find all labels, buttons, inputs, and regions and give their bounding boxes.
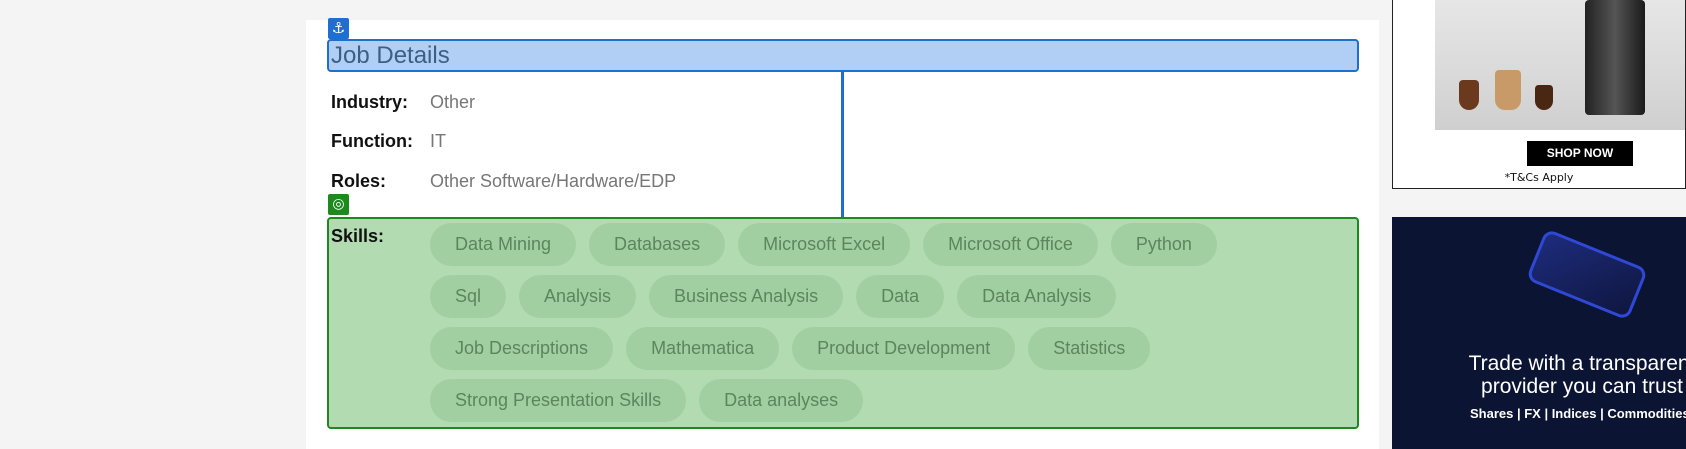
roles-value: Other Software/Hardware/EDP [430, 171, 677, 191]
skill-chip[interactable]: Strong Presentation Skills [430, 379, 687, 422]
skill-chip[interactable]: Job Descriptions [430, 327, 614, 370]
skills-list: Data Mining Databases Microsoft Excel Mi… [430, 223, 1330, 431]
coffee-ad[interactable]: SHOP NOW *T&Cs Apply [1392, 0, 1686, 189]
coffee-machine-shape [1585, 0, 1645, 115]
ad-headline-line-1: Trade with a transparent [1468, 352, 1686, 375]
skill-chip[interactable]: Analysis [519, 275, 637, 318]
industry-value: Other [430, 92, 476, 112]
skill-chip[interactable]: Data [856, 275, 945, 318]
skill-chip[interactable]: Microsoft Office [923, 223, 1098, 266]
cup-shape [1495, 70, 1521, 110]
skill-chip[interactable]: Statistics [1028, 327, 1151, 370]
target-icon[interactable]: ◎ [328, 194, 349, 215]
ad-headline-line-2: provider you can trust [1481, 375, 1683, 398]
skill-chip[interactable]: Mathematica [626, 327, 780, 370]
phone-image [1525, 228, 1649, 321]
skills-label: Skills: [331, 226, 385, 246]
skill-chip[interactable]: Databases [589, 223, 726, 266]
trading-ad[interactable]: Trade with a transparent provider you ca… [1392, 217, 1686, 449]
cup-shape [1459, 80, 1479, 110]
industry-label: Industry: [331, 92, 409, 112]
skill-chip[interactable]: Python [1110, 223, 1217, 266]
cup-shape [1535, 85, 1553, 110]
skill-chip[interactable]: Data Mining [430, 223, 577, 266]
skill-chip[interactable]: Business Analysis [649, 275, 844, 318]
skill-chip[interactable]: Product Development [792, 327, 1016, 370]
page-title: Job Details [331, 42, 450, 69]
skill-chip[interactable]: Data analyses [699, 379, 864, 422]
ad-product-image [1435, 0, 1685, 130]
anchor-icon[interactable]: ⚓ [328, 18, 349, 39]
ad-headline: Trade with a transparent provider you ca… [1462, 352, 1686, 398]
skill-chip[interactable]: Data Analysis [957, 275, 1117, 318]
shop-now-button[interactable]: SHOP NOW [1527, 141, 1633, 166]
ad-subtext: Shares | FX | Indices | Commodities [1470, 406, 1686, 421]
skill-chip[interactable]: Sql [430, 275, 507, 318]
connector-line [841, 72, 844, 217]
title-highlight [327, 39, 1359, 72]
function-value: IT [430, 131, 446, 151]
skill-chip[interactable]: Microsoft Excel [738, 223, 911, 266]
tcs-note: *T&Cs Apply [1504, 171, 1574, 184]
function-label: Function: [331, 131, 413, 151]
roles-label: Roles: [331, 171, 387, 191]
